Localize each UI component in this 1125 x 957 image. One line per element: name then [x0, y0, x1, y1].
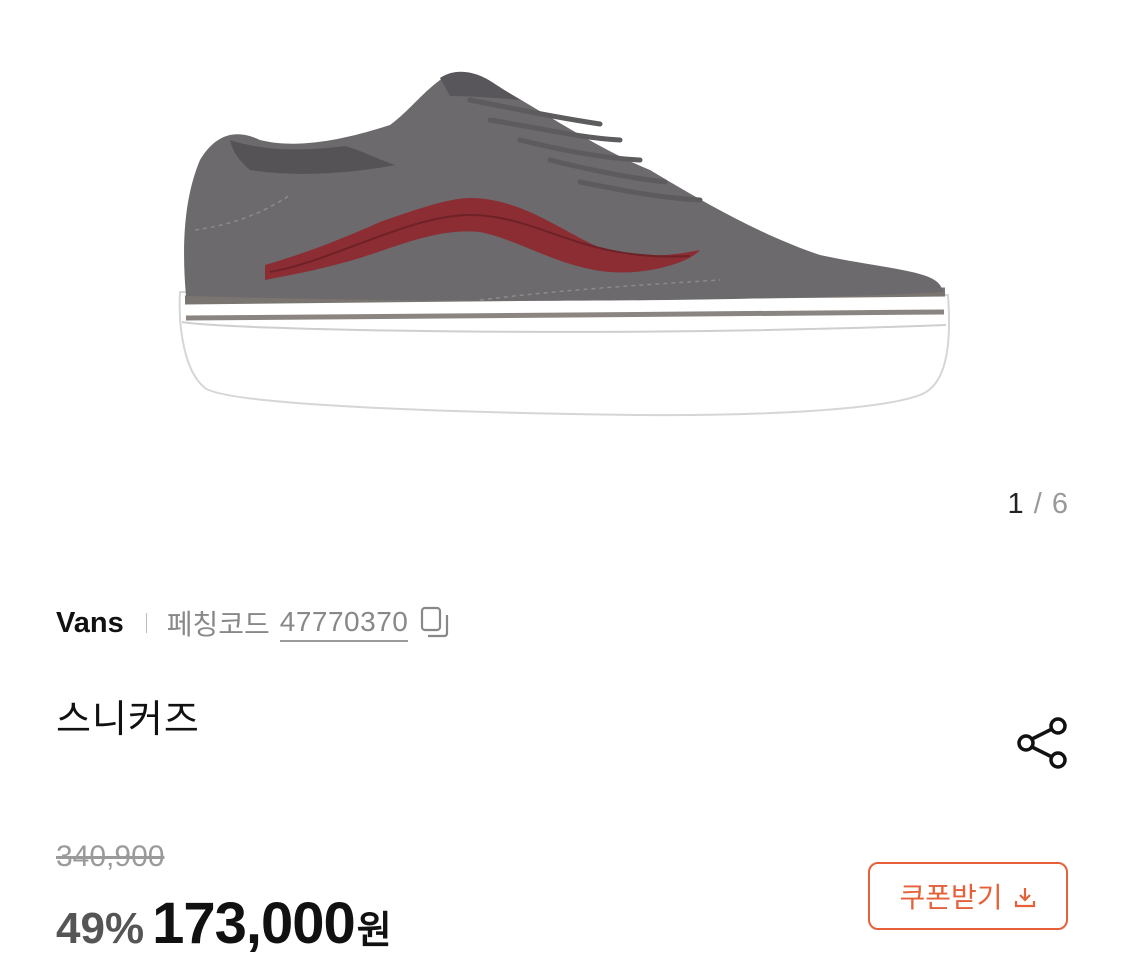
share-icon[interactable] [1016, 716, 1070, 770]
product-title: 스니커즈 [56, 699, 200, 741]
meta-divider [145, 613, 147, 633]
product-code-label: 페칭코드 [166, 609, 270, 640]
product-code-value[interactable]: 47770370 [279, 604, 409, 642]
copy-icon[interactable] [420, 606, 450, 640]
price-row: 49% 173,000 원 [56, 890, 392, 957]
total-pages: 6 [1051, 488, 1069, 520]
original-price: 340,900 [56, 840, 165, 873]
sale-price: 173,000 [152, 891, 356, 956]
discount-rate: 49% [56, 904, 145, 953]
product-meta-row: Vans 페칭코드 47770370 [56, 600, 450, 646]
product-image-gallery[interactable] [0, 0, 1125, 540]
coupon-button-label: 쿠폰받기 [899, 882, 1003, 913]
download-icon [1013, 884, 1037, 908]
brand-name[interactable]: Vans [56, 607, 124, 640]
page-separator: / [1033, 488, 1043, 520]
product-image[interactable] [0, 0, 1125, 540]
gallery-page-indicator: 1 / 6 [1008, 488, 1069, 521]
current-page: 1 [1007, 488, 1025, 520]
get-coupon-button[interactable]: 쿠폰받기 [868, 862, 1068, 930]
currency-unit: 원 [356, 910, 392, 952]
